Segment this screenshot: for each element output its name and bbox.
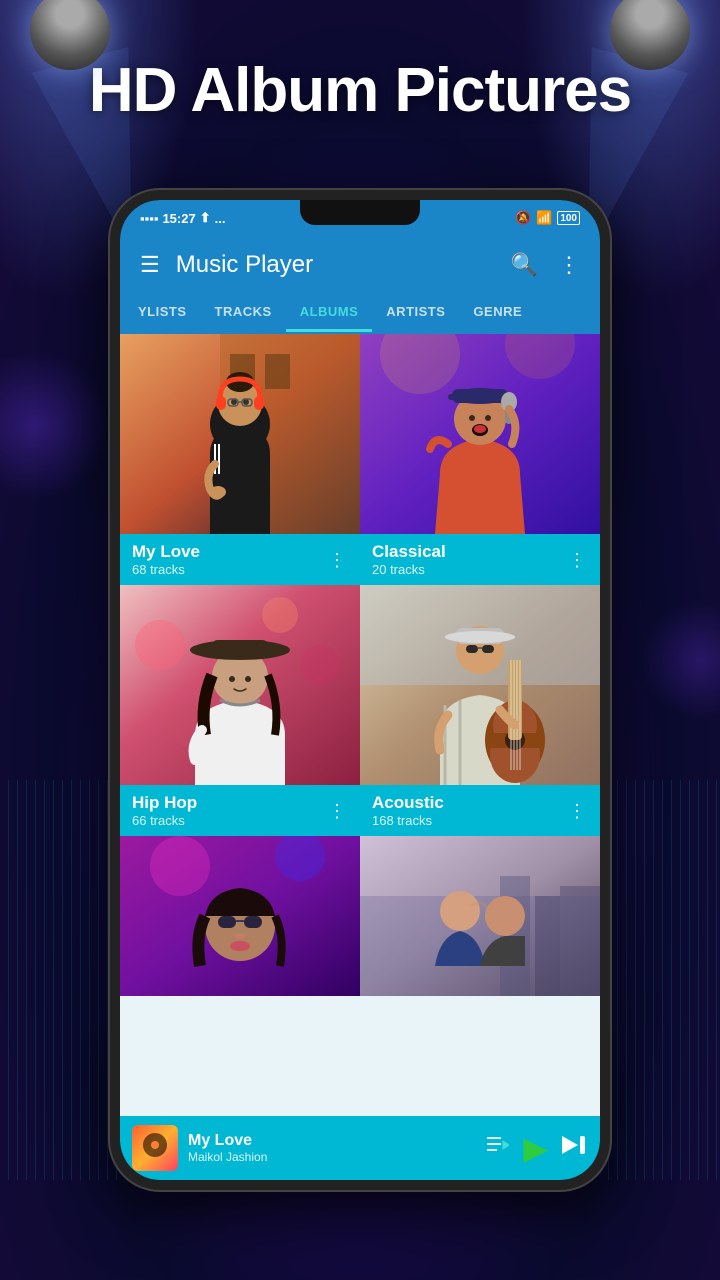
album-info-mylove: My Love 68 tracks ⋮ bbox=[120, 534, 360, 585]
tab-tracks[interactable]: TRACKS bbox=[201, 294, 286, 332]
album-text-acoustic: Acoustic 168 tracks bbox=[372, 793, 564, 828]
phone-frame: ▪▪▪▪ 15:27 ⬆ ... 🔕 📶 100 ☰ Music Player … bbox=[110, 190, 610, 1190]
signal-bars: ▪▪▪▪ bbox=[140, 211, 158, 226]
album-image-acoustic bbox=[360, 585, 600, 785]
player-artist-name: Maikol Jashion bbox=[188, 1150, 477, 1164]
search-button[interactable]: 🔍 bbox=[507, 248, 542, 282]
album-tracks-classical: 20 tracks bbox=[372, 562, 564, 577]
more-classical-button[interactable]: ⋮ bbox=[564, 547, 590, 573]
more-button[interactable]: ⋮ bbox=[554, 248, 584, 282]
tabs-bar: YLISTS TRACKS ALBUMS ARTISTS GENRE bbox=[120, 294, 600, 334]
album-info-hiphop: Hip Hop 66 tracks ⋮ bbox=[120, 785, 360, 836]
app-header: ☰ Music Player 🔍 ⋮ bbox=[120, 236, 600, 294]
album-name-acoustic: Acoustic bbox=[372, 793, 564, 813]
album-name-classical: Classical bbox=[372, 542, 564, 562]
player-controls: ▶ bbox=[487, 1129, 588, 1167]
more-hiphop-button[interactable]: ⋮ bbox=[324, 798, 350, 824]
wifi-icon: 📶 bbox=[536, 210, 552, 226]
dots-icon: ... bbox=[215, 211, 226, 226]
player-song-title: My Love bbox=[188, 1132, 477, 1150]
album-image-mylove bbox=[120, 334, 360, 534]
album-text-classical: Classical 20 tracks bbox=[372, 542, 564, 577]
more-acoustic-button[interactable]: ⋮ bbox=[564, 798, 590, 824]
screen: ▪▪▪▪ 15:27 ⬆ ... 🔕 📶 100 ☰ Music Player … bbox=[120, 200, 600, 1180]
tab-playlists[interactable]: YLISTS bbox=[124, 294, 201, 332]
album-tracks-acoustic: 168 tracks bbox=[372, 813, 564, 828]
album-text-hiphop: Hip Hop 66 tracks bbox=[132, 793, 324, 828]
album-image-hiphop bbox=[120, 585, 360, 785]
status-right: 🔕 📶 100 bbox=[515, 210, 580, 226]
album-info-acoustic: Acoustic 168 tracks ⋮ bbox=[360, 785, 600, 836]
album-tracks-mylove: 68 tracks bbox=[132, 562, 324, 577]
menu-button[interactable]: ☰ bbox=[136, 248, 164, 282]
tab-genre[interactable]: GENRE bbox=[459, 294, 536, 332]
album-image-partial1 bbox=[120, 836, 360, 996]
album-name-hiphop: Hip Hop bbox=[132, 793, 324, 813]
album-card-partial2[interactable] bbox=[360, 836, 600, 996]
album-tracks-hiphop: 66 tracks bbox=[132, 813, 324, 828]
data-icon: ⬆ bbox=[200, 210, 211, 226]
play-button[interactable]: ▶ bbox=[523, 1129, 548, 1167]
battery-level: 100 bbox=[560, 213, 577, 224]
album-info-classical: Classical 20 tracks ⋮ bbox=[360, 534, 600, 585]
album-text-mylove: My Love 68 tracks bbox=[132, 542, 324, 577]
bottom-player: My Love Maikol Jashion ▶ bbox=[120, 1116, 600, 1180]
album-card-classical[interactable]: Classical 20 tracks ⋮ bbox=[360, 334, 600, 585]
app-title: Music Player bbox=[176, 251, 495, 279]
playlist-button[interactable] bbox=[487, 1136, 509, 1160]
player-info: My Love Maikol Jashion bbox=[188, 1132, 477, 1164]
album-card-hiphop[interactable]: Hip Hop 66 tracks ⋮ bbox=[120, 585, 360, 836]
status-left: ▪▪▪▪ 15:27 ⬆ ... bbox=[140, 210, 225, 226]
time-display: 15:27 bbox=[162, 211, 195, 226]
album-image-partial2 bbox=[360, 836, 600, 996]
tab-albums[interactable]: ALBUMS bbox=[286, 294, 373, 332]
album-card-acoustic[interactable]: Acoustic 168 tracks ⋮ bbox=[360, 585, 600, 836]
album-card-mylove[interactable]: My Love 68 tracks ⋮ bbox=[120, 334, 360, 585]
phone-notch bbox=[300, 200, 420, 225]
player-thumbnail bbox=[132, 1125, 178, 1171]
more-mylove-button[interactable]: ⋮ bbox=[324, 547, 350, 573]
albums-grid: My Love 68 tracks ⋮ bbox=[120, 334, 600, 996]
tab-artists[interactable]: ARTISTS bbox=[372, 294, 459, 332]
next-button[interactable] bbox=[562, 1134, 588, 1162]
battery-icon: 100 bbox=[557, 211, 580, 225]
album-name-mylove: My Love bbox=[132, 542, 324, 562]
albums-container: My Love 68 tracks ⋮ bbox=[120, 334, 600, 1116]
album-image-classical bbox=[360, 334, 600, 534]
notification-icon: 🔕 bbox=[515, 210, 531, 226]
album-card-partial1[interactable] bbox=[120, 836, 360, 996]
hero-title: HD Album Pictures bbox=[0, 55, 720, 126]
